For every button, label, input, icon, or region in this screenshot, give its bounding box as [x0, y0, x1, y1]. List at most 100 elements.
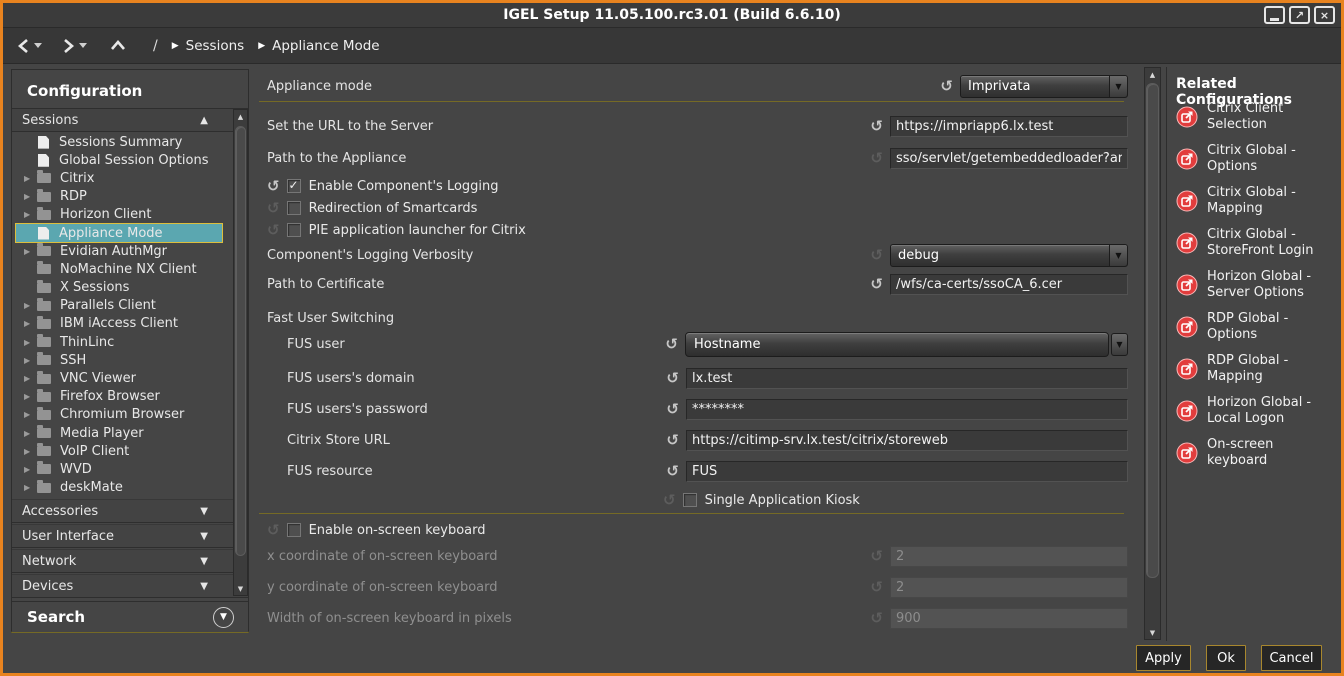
main-scrollbar[interactable]: ▲ ▼: [1144, 67, 1161, 640]
reset-to-default-icon[interactable]: ↺: [267, 223, 280, 238]
related-link-citrix-global-storefront-login[interactable]: Citrix Global - StoreFront Login: [1176, 226, 1341, 259]
sidebar-item-ssh[interactable]: ▶SSH: [16, 351, 222, 369]
reset-to-default-icon[interactable]: ↺: [870, 277, 883, 292]
expand-arrow-icon[interactable]: ▶: [24, 374, 37, 383]
sidebar-item-global-session-options[interactable]: Global Session Options: [16, 151, 222, 169]
breadcrumb-appliance-mode[interactable]: ▶ Appliance Mode: [258, 38, 379, 54]
expand-arrow-icon[interactable]: ▶: [24, 465, 37, 474]
scroll-down-icon[interactable]: ▼: [1145, 626, 1160, 639]
minimize-button[interactable]: [1264, 6, 1285, 24]
dropdown-arrow-icon[interactable]: ▼: [1109, 245, 1127, 266]
expand-arrow-icon[interactable]: ▶: [24, 447, 37, 456]
sidebar-item-evidian-authmgr[interactable]: ▶Evidian AuthMgr: [16, 242, 222, 260]
reset-to-default-icon[interactable]: ↺: [665, 337, 678, 352]
reset-to-default-icon[interactable]: ↺: [940, 79, 953, 94]
nav-up-button[interactable]: [109, 39, 127, 52]
sidebar-item-wvd[interactable]: ▶WVD: [16, 460, 222, 478]
expand-arrow-icon[interactable]: ▶: [24, 301, 37, 310]
scroll-up-icon[interactable]: ▲: [1145, 68, 1160, 81]
reset-to-default-icon[interactable]: ↺: [663, 493, 676, 508]
open-configuration-icon[interactable]: [1176, 190, 1198, 212]
fus-resource-input[interactable]: [686, 461, 1128, 482]
sidebar-item-rdp[interactable]: ▶RDP: [16, 188, 222, 206]
maximize-button[interactable]: ↗: [1289, 6, 1310, 24]
expand-arrow-icon[interactable]: ▶: [24, 410, 37, 419]
open-configuration-icon[interactable]: [1176, 442, 1198, 464]
reset-to-default-icon[interactable]: ↺: [666, 464, 679, 479]
expand-arrow-icon[interactable]: ▶: [24, 338, 37, 347]
expand-arrow-icon[interactable]: ▶: [24, 483, 37, 492]
related-link-horizon-global-local-logon[interactable]: Horizon Global - Local Logon: [1176, 394, 1341, 427]
title-bar[interactable]: IGEL Setup 11.05.100.rc3.01 (Build 6.6.1…: [3, 3, 1341, 28]
appliance-path-input[interactable]: [890, 148, 1128, 169]
open-configuration-icon[interactable]: [1176, 400, 1198, 422]
reset-to-default-icon[interactable]: ↺: [870, 151, 883, 166]
expand-arrow-icon[interactable]: ▶: [24, 174, 37, 183]
appliance-mode-select[interactable]: Imprivata ▼: [960, 75, 1128, 98]
logging-verbosity-select[interactable]: debug ▼: [890, 244, 1128, 267]
sidebar-item-deskmate[interactable]: ▶deskMate: [16, 479, 222, 497]
apply-button[interactable]: Apply: [1136, 645, 1191, 671]
open-configuration-icon[interactable]: [1176, 274, 1198, 296]
sidebar-item-media-player[interactable]: ▶Media Player: [16, 424, 222, 442]
sidebar-section-network[interactable]: Network ▼: [12, 549, 248, 573]
scroll-up-icon[interactable]: ▲: [234, 110, 247, 123]
dropdown-arrow-icon[interactable]: ▼: [1111, 333, 1128, 356]
nav-forward-button[interactable]: [62, 38, 87, 54]
server-url-input[interactable]: [890, 116, 1128, 137]
sidebar-item-nomachine-nx-client[interactable]: NoMachine NX Client: [16, 260, 222, 278]
expand-arrow-icon[interactable]: ▶: [24, 319, 37, 328]
related-link-on-screen-keyboard[interactable]: On-screen keyboard: [1176, 436, 1341, 469]
sidebar-section-user-interface[interactable]: User Interface ▼: [12, 524, 248, 548]
sidebar-item-thinlinc[interactable]: ▶ThinLinc: [16, 333, 222, 351]
related-link-horizon-global-server-options[interactable]: Horizon Global - Server Options: [1176, 268, 1341, 301]
enable-logging-checkbox[interactable]: [287, 179, 301, 193]
close-button[interactable]: ×: [1314, 6, 1335, 24]
reset-to-default-icon[interactable]: ↺: [267, 201, 280, 216]
back-history-caret-icon[interactable]: [34, 43, 42, 48]
sidebar-section-accessories[interactable]: Accessories ▼: [12, 499, 248, 523]
sidebar-section-devices[interactable]: Devices ▼: [12, 574, 248, 598]
open-configuration-icon[interactable]: [1176, 106, 1198, 128]
scrollbar-thumb[interactable]: [1146, 83, 1159, 578]
sidebar-item-voip-client[interactable]: ▶VoIP Client: [16, 442, 222, 460]
sidebar-item-appliance-mode[interactable]: Appliance Mode: [16, 224, 222, 242]
related-link-rdp-global-mapping[interactable]: RDP Global - Mapping: [1176, 352, 1341, 385]
reset-to-default-icon[interactable]: ↺: [666, 371, 679, 386]
enable-osk-checkbox[interactable]: [287, 523, 301, 537]
reset-to-default-icon[interactable]: ↺: [666, 402, 679, 417]
reset-to-default-icon[interactable]: ↺: [870, 248, 883, 263]
sidebar-search[interactable]: Search ▼: [12, 601, 248, 632]
related-link-citrix-global-mapping[interactable]: Citrix Global - Mapping: [1176, 184, 1341, 217]
single-app-kiosk-checkbox[interactable]: [683, 493, 697, 507]
dropdown-arrow-icon[interactable]: ▼: [1109, 76, 1127, 97]
scrollbar-thumb[interactable]: [235, 126, 246, 556]
reset-to-default-icon[interactable]: ↺: [267, 523, 280, 538]
expand-arrow-icon[interactable]: ▶: [24, 392, 37, 401]
sidebar-item-horizon-client[interactable]: ▶Horizon Client: [16, 206, 222, 224]
ok-button[interactable]: Ok: [1206, 645, 1246, 671]
search-expand-icon[interactable]: ▼: [213, 607, 234, 628]
open-configuration-icon[interactable]: [1176, 358, 1198, 380]
related-link-citrix-global-options[interactable]: Citrix Global - Options: [1176, 142, 1341, 175]
reset-to-default-icon[interactable]: ↺: [870, 119, 883, 134]
forward-history-caret-icon[interactable]: [79, 43, 87, 48]
open-configuration-icon[interactable]: [1176, 148, 1198, 170]
breadcrumb-sessions[interactable]: ▶ Sessions: [172, 38, 244, 54]
sidebar-item-vnc-viewer[interactable]: ▶VNC Viewer: [16, 369, 222, 387]
expand-arrow-icon[interactable]: ▶: [24, 192, 37, 201]
open-configuration-icon[interactable]: [1176, 232, 1198, 254]
cancel-button[interactable]: Cancel: [1261, 645, 1322, 671]
citrix-store-url-input[interactable]: [686, 430, 1128, 451]
smartcard-redirection-checkbox[interactable]: [287, 201, 301, 215]
reset-to-default-icon[interactable]: ↺: [666, 433, 679, 448]
cert-path-input[interactable]: [890, 274, 1128, 295]
sidebar-item-sessions-summary[interactable]: Sessions Summary: [16, 133, 222, 151]
sidebar-item-chromium-browser[interactable]: ▶Chromium Browser: [16, 406, 222, 424]
reset-to-default-icon[interactable]: ↺: [267, 179, 280, 194]
expand-arrow-icon[interactable]: ▶: [24, 356, 37, 365]
expand-arrow-icon[interactable]: ▶: [24, 429, 37, 438]
sidebar-item-x-sessions[interactable]: X Sessions: [16, 279, 222, 297]
related-link-rdp-global-options[interactable]: RDP Global - Options: [1176, 310, 1341, 343]
related-link-citrix-client-selection[interactable]: Citrix Client Selection: [1176, 100, 1341, 133]
